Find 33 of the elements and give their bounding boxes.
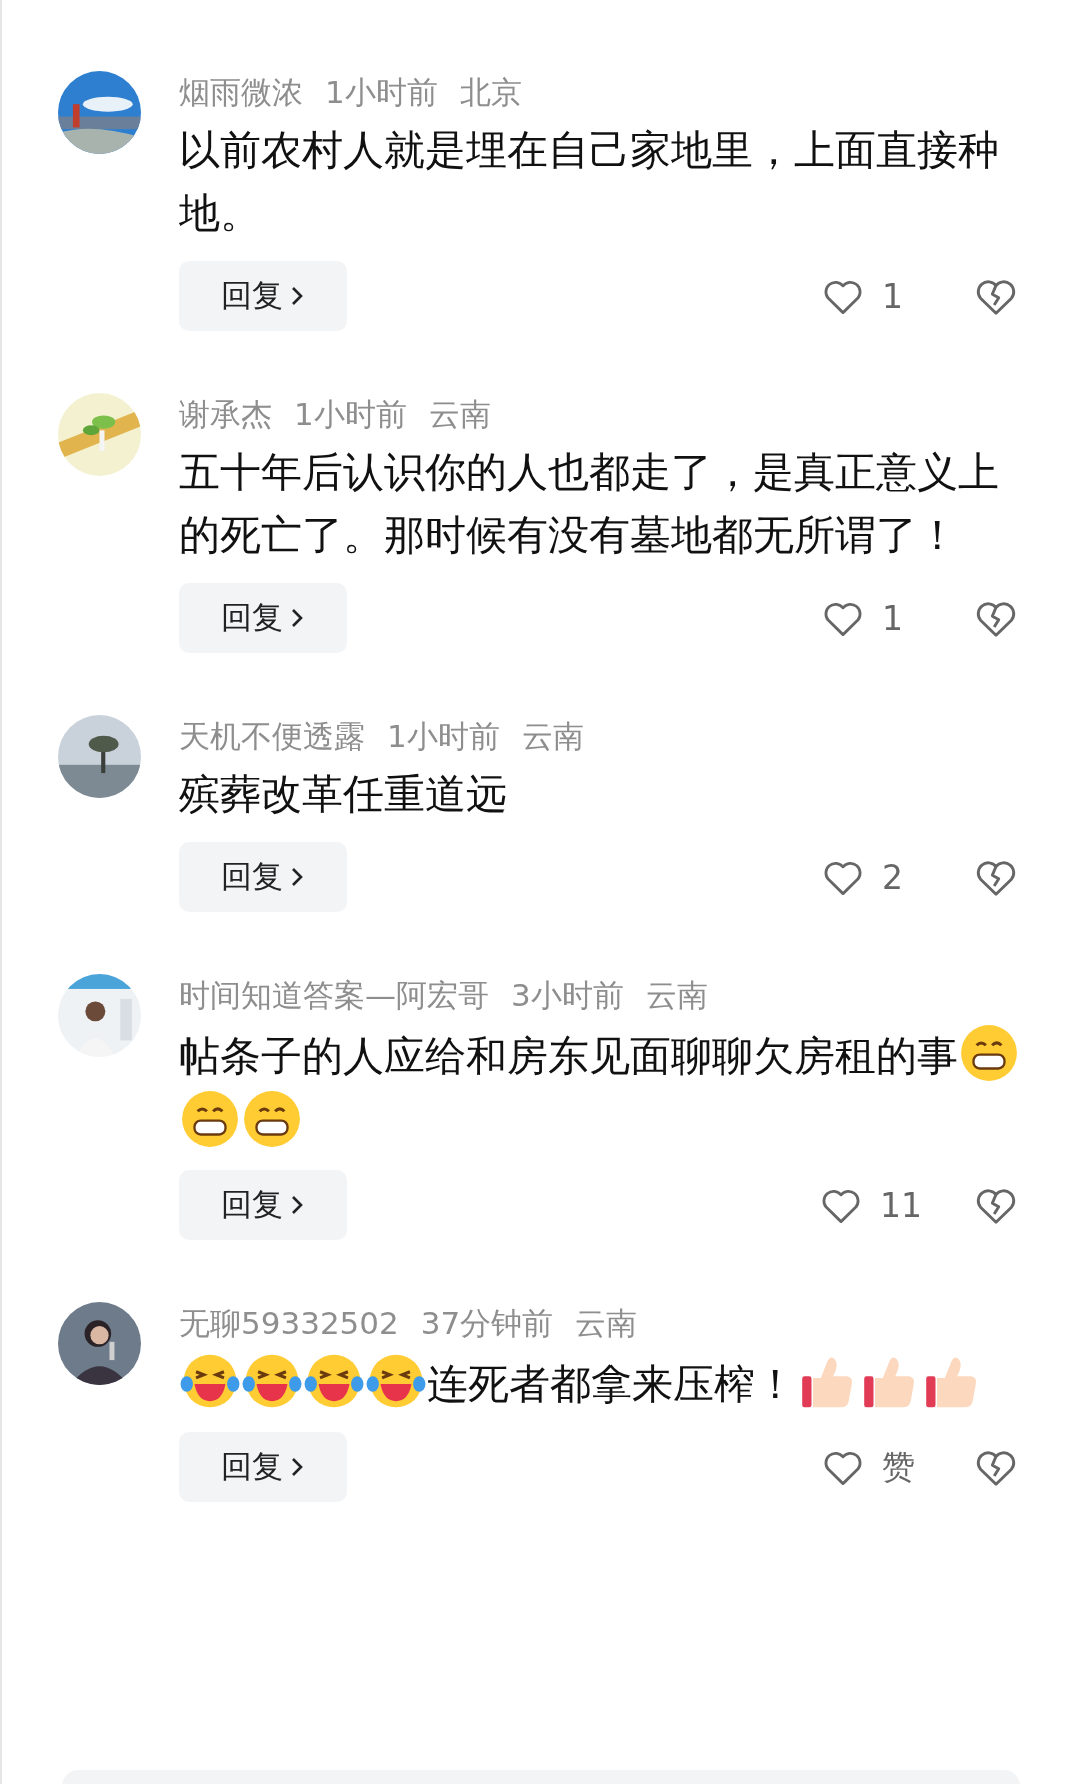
comment-text: 帖条子的人应给和房东见面聊聊欠房租的事 — [179, 1032, 958, 1080]
reply-button[interactable]: 回复 — [179, 842, 347, 912]
comment-text: 以前农村人就是埋在自己家地里，上面直接种地。 — [179, 126, 999, 237]
comment-time: 3小时前 — [511, 976, 624, 1015]
comment-text: 殡葬改革任重道远 — [179, 770, 507, 818]
comment-location: 北京 — [459, 73, 522, 112]
reply-button[interactable]: 回复 — [179, 583, 347, 653]
grinning-emoji-icon — [179, 1088, 241, 1150]
username: 天机不便透露 — [179, 717, 365, 756]
comment-location: 云南 — [428, 395, 491, 434]
username: 无聊59332502 — [179, 1304, 399, 1343]
comment-text: 五十年后认识你的人也都走了，是真正意义上的死亡了。那时候有没有墓地都无所谓了！ — [179, 448, 999, 559]
reply-button[interactable]: 回复 — [179, 261, 347, 331]
comment-time: 1小时前 — [294, 395, 407, 434]
like-button[interactable]: 1 — [822, 276, 922, 316]
username: 时间知道答案—阿宏哥 — [179, 976, 489, 1015]
like-button[interactable]: 1 — [822, 598, 922, 638]
comment-location: 云南 — [521, 717, 584, 756]
comment-time: 37分钟前 — [420, 1304, 554, 1343]
comment-text: 连死者都拿来压榨！ — [427, 1360, 796, 1408]
username: 谢承杰 — [179, 395, 272, 434]
username: 烟雨微浓 — [179, 73, 303, 112]
reply-button[interactable]: 回复 — [179, 1170, 347, 1240]
like-button[interactable]: 赞 — [822, 1444, 922, 1490]
grinning-emoji-icon — [241, 1088, 303, 1150]
like-button[interactable]: 11 — [820, 1185, 922, 1225]
comment-location: 云南 — [645, 976, 708, 1015]
like-button[interactable]: 2 — [822, 857, 922, 897]
comment-time: 1小时前 — [325, 73, 438, 112]
grinning-emoji-icon — [958, 1022, 1020, 1084]
reply-button[interactable]: 回复 — [179, 1432, 347, 1502]
comment-location: 云南 — [575, 1304, 638, 1343]
comment-time: 1小时前 — [387, 717, 500, 756]
